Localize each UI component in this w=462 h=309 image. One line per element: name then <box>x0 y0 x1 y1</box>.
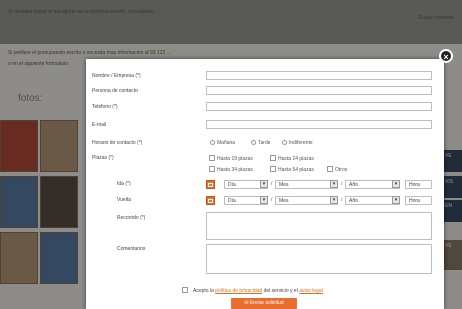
chevron-down-icon[interactable]: ▾ <box>330 180 338 188</box>
name-company-input[interactable] <box>206 71 432 80</box>
seats-19-checkbox[interactable] <box>209 155 215 161</box>
date-separator: / <box>341 197 343 203</box>
privacy-text: Acepto la política de privacidad del ser… <box>193 288 323 294</box>
email-input[interactable] <box>206 120 432 129</box>
privacy-checkbox[interactable] <box>182 287 188 293</box>
submit-label: Enviar solicitud <box>249 300 284 306</box>
date-separator: / <box>341 181 343 187</box>
departure-calendar-icon[interactable] <box>206 180 215 189</box>
contact-person-input[interactable] <box>206 86 432 95</box>
seats-other-checkbox[interactable] <box>327 166 333 172</box>
contact-time-any-label: Indiferente <box>289 140 313 146</box>
return-time-input[interactable]: Hora <box>405 196 432 205</box>
phone-input[interactable] <box>206 102 432 111</box>
departure-time-input[interactable]: Hora <box>405 180 432 189</box>
contact-time-afternoon-label: Tarde <box>258 140 271 146</box>
chevron-down-icon[interactable]: ▾ <box>392 180 400 188</box>
contact-time-morning-radio[interactable] <box>210 140 215 145</box>
contact-time-afternoon-radio[interactable] <box>251 140 256 145</box>
route-label: Recorrido (*) <box>117 215 146 221</box>
chevron-down-icon[interactable]: ▾ <box>260 196 268 204</box>
departure-label: Ida (*) <box>117 181 131 187</box>
seats-34-checkbox[interactable] <box>209 166 215 172</box>
date-separator: / <box>271 181 273 187</box>
submit-request-button[interactable]: ✉ Enviar solicitud <box>231 298 297 309</box>
phone-label: Teléfono (*) <box>92 104 118 110</box>
name-company-label: Nombre / Empresa (*) <box>92 73 141 79</box>
seats-54-checkbox[interactable] <box>270 166 276 172</box>
contact-time-morning-label: Mañana <box>217 140 236 146</box>
chevron-down-icon[interactable]: ▾ <box>260 180 268 188</box>
legal-notice-link[interactable]: aviso legal <box>299 288 323 294</box>
privacy-policy-link[interactable]: política de privacidad <box>215 288 262 294</box>
comments-textarea[interactable] <box>206 244 432 274</box>
seats-label: Plazas (*) <box>92 155 114 161</box>
seats-54-label: Hasta 54 plazas <box>278 167 314 173</box>
date-separator: / <box>271 197 273 203</box>
chevron-down-icon[interactable]: ▾ <box>392 196 400 204</box>
email-label: E-mail <box>92 122 107 128</box>
route-textarea[interactable] <box>206 212 432 240</box>
seats-24-label: Hasta 24 plazas <box>278 156 314 162</box>
close-icon[interactable]: × <box>439 49 453 63</box>
contact-time-any-radio[interactable] <box>282 140 287 145</box>
return-label: Vuelta <box>117 197 131 203</box>
chevron-down-icon[interactable]: ▾ <box>330 196 338 204</box>
seats-other-label: Otros <box>335 167 348 173</box>
envelope-icon: ✉ <box>244 300 249 306</box>
contact-person-label: Persona de contacto <box>92 88 138 94</box>
seats-19-label: Hasta 19 plazas <box>217 156 253 162</box>
departure-month-select[interactable]: Mes <box>275 180 338 189</box>
return-month-select[interactable]: Mes <box>275 196 338 205</box>
seats-24-checkbox[interactable] <box>270 155 276 161</box>
seats-34-label: Hasta 34 plazas <box>217 167 253 173</box>
comments-label: Comentarios <box>117 246 146 252</box>
return-calendar-icon[interactable] <box>206 196 215 205</box>
contact-time-label: Horario de contacto (*) <box>92 140 143 146</box>
